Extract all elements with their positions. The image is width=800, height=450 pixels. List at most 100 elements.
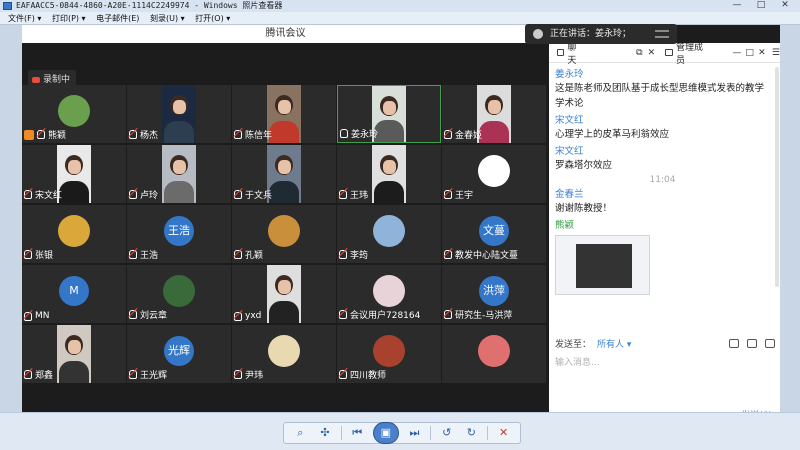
- profile-picture: [373, 335, 405, 367]
- viewer-toolbar: ⌕ ✣ ⏮ ▣ ⏭ ↺ ↻ ✕: [283, 422, 521, 444]
- previous-icon[interactable]: ⏮: [348, 425, 366, 441]
- profile-picture: [268, 335, 300, 367]
- mic-muted-icon: [444, 310, 452, 319]
- user-settings-icon[interactable]: [765, 338, 775, 348]
- panel-maximize-icon[interactable]: □: [745, 48, 754, 58]
- mic-muted-icon: [339, 370, 347, 379]
- profile-picture: [373, 275, 405, 307]
- menu-file[interactable]: 文件(F) ▾: [8, 12, 41, 25]
- screenshot-icon[interactable]: [747, 338, 757, 348]
- mic-muted-icon: [37, 130, 45, 139]
- participant-label: 尹玮: [234, 368, 263, 381]
- members-icon: [665, 49, 673, 56]
- next-icon[interactable]: ⏭: [405, 425, 423, 441]
- participant-tile[interactable]: 光辉 王光辉: [127, 325, 231, 383]
- participant-video: [57, 325, 91, 383]
- delete-icon[interactable]: ✕: [495, 425, 513, 441]
- menu-print[interactable]: 打印(P) ▾: [52, 12, 86, 25]
- participant-tile[interactable]: 洪萍 研究生-马洪萍: [442, 265, 546, 323]
- maximize-button[interactable]: □: [750, 0, 772, 12]
- participant-tile[interactable]: 姜永玲: [337, 85, 441, 143]
- folder-icon[interactable]: [729, 338, 739, 348]
- msg-sender: 金春兰: [555, 189, 584, 200]
- rotate-left-icon[interactable]: ↺: [438, 425, 456, 441]
- mic-muted-icon: [24, 311, 32, 321]
- participant-tile[interactable]: 于文兵: [232, 145, 336, 203]
- avatar: M: [59, 276, 89, 306]
- panel-minimize-icon[interactable]: —: [732, 48, 741, 58]
- participant-video: [267, 265, 301, 323]
- msg-text: 这是陈老师及团队基于成长型思维模式发表的教学学术论: [555, 83, 765, 109]
- participant-label: 李筠: [339, 248, 368, 261]
- fit-window-icon[interactable]: ✣: [316, 425, 334, 441]
- participant-tile[interactable]: 文蔓 教发中心陆文蔓: [442, 205, 546, 263]
- participant-tile[interactable]: 尹玮: [232, 325, 336, 383]
- rotate-right-icon[interactable]: ↻: [462, 425, 480, 441]
- close-window-button[interactable]: ✕: [774, 0, 796, 12]
- participant-tile[interactable]: 四川教师: [337, 325, 441, 383]
- participant-tile[interactable]: 熊颖: [22, 85, 126, 143]
- participant-tile[interactable]: M MN: [22, 265, 126, 323]
- participant-name: 熊颖: [48, 131, 67, 141]
- participant-label: 教发中心陆文蔓: [444, 248, 518, 261]
- person-face: [277, 100, 291, 114]
- chat-input[interactable]: 输入消息...: [555, 355, 600, 368]
- participant-tile[interactable]: 会议用户728164: [337, 265, 441, 323]
- popout-icon[interactable]: ⧉: [635, 48, 643, 58]
- participant-tile[interactable]: 王宇: [442, 145, 546, 203]
- video-grid: 熊颖 杨杰 陈信年 姜永玲金春姬宋文红 卢玲 于文兵 王玮 王宇张银 王浩 王浩 孔颖 李筠 文蔓 教发中…: [22, 85, 549, 385]
- participant-label: yxd: [234, 311, 261, 321]
- participant-tile[interactable]: 孔颖: [232, 205, 336, 263]
- zoom-icon[interactable]: ⌕: [291, 425, 309, 441]
- person-body: [59, 361, 89, 383]
- close-chat-icon[interactable]: ✕: [647, 48, 656, 58]
- person-face: [382, 160, 396, 174]
- chat-scrollbar[interactable]: [775, 67, 779, 287]
- participant-tile[interactable]: 陈信年: [232, 85, 336, 143]
- participant-name: 宋文红: [35, 191, 63, 201]
- panel-menu-icon[interactable]: ☰: [772, 48, 780, 58]
- participant-tile[interactable]: 金春姬: [442, 85, 546, 143]
- menu-open[interactable]: 打开(O) ▾: [195, 12, 230, 25]
- mic-on-icon: [340, 129, 348, 138]
- minimize-button[interactable]: —: [726, 0, 748, 12]
- person-face: [277, 280, 291, 294]
- slideshow-icon[interactable]: ▣: [372, 422, 399, 444]
- participant-tile[interactable]: 卢玲: [127, 145, 231, 203]
- toolbar-divider: [340, 426, 342, 440]
- participant-tile[interactable]: 李筠: [337, 205, 441, 263]
- panel-close-icon[interactable]: ✕: [758, 48, 766, 58]
- profile-picture: [373, 215, 405, 247]
- send-to-label: 发送至：: [555, 339, 592, 350]
- person-body: [164, 121, 194, 143]
- participant-tile[interactable]: [442, 325, 546, 383]
- participant-tile[interactable]: 张银: [22, 205, 126, 263]
- photo-viewer-icon: [3, 2, 12, 10]
- participant-tile[interactable]: 郑鑫: [22, 325, 126, 383]
- participant-tile[interactable]: yxd: [232, 265, 336, 323]
- participant-tile[interactable]: 刘云章: [127, 265, 231, 323]
- participant-tile[interactable]: 王浩 王浩: [127, 205, 231, 263]
- person-face: [487, 100, 501, 114]
- participant-tile[interactable]: 王玮: [337, 145, 441, 203]
- participant-name: 刘云章: [140, 311, 168, 321]
- profile-picture: [478, 155, 510, 187]
- menu-email[interactable]: 电子邮件(E): [96, 12, 139, 25]
- window-title: EAFAACC5-0844-4860-A20E-1114C2249974 - W…: [16, 1, 283, 10]
- chat-image-thumbnail[interactable]: [555, 235, 650, 295]
- person-body: [269, 301, 299, 323]
- participant-label: 金春姬: [444, 128, 482, 141]
- chat-panel: 聊天 ⧉ ✕ 管理成员 — □ ✕ ☰ 姜永玲 这是陈老师及团队基于成长型思维模…: [549, 43, 780, 425]
- participant-tile[interactable]: 宋文红: [22, 145, 126, 203]
- participant-name: 王光辉: [140, 371, 168, 381]
- participant-name: 尹玮: [245, 371, 264, 381]
- participant-label: 王浩: [129, 248, 158, 261]
- participant-tile[interactable]: 杨杰: [127, 85, 231, 143]
- meeting-title: 腾讯会议: [22, 25, 549, 43]
- send-to-select[interactable]: 所有人 ▾: [597, 337, 631, 350]
- profile-picture: [268, 215, 300, 247]
- host-icon: [24, 129, 34, 140]
- participant-name: 金春姬: [455, 131, 483, 141]
- menu-burn[interactable]: 刻录(U) ▾: [150, 12, 185, 25]
- person-body: [164, 181, 194, 203]
